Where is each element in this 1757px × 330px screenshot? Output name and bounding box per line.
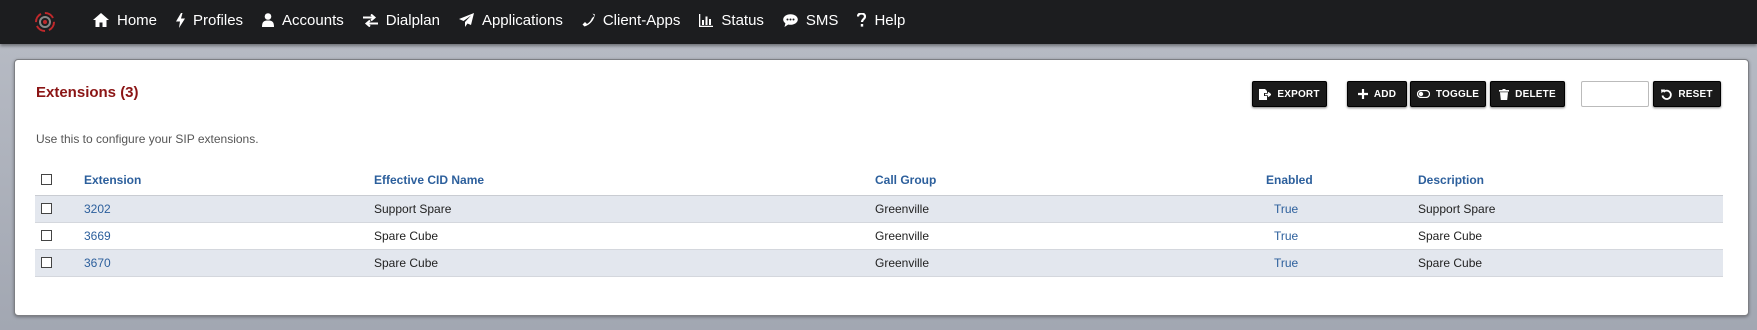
column-header-description[interactable]: Description (1418, 173, 1484, 187)
nav-dialplan-label: Dialplan (385, 11, 440, 29)
extension-link[interactable]: 3669 (84, 229, 111, 243)
cid-name-cell: Spare Cube (374, 256, 439, 270)
phone-icon (582, 13, 595, 27)
description-cell: Spare Cube (1418, 256, 1483, 270)
table-row[interactable]: 3669 Spare Cube Greenville True Spare Cu… (35, 223, 1723, 250)
question-icon (857, 13, 867, 27)
enabled-toggle-link[interactable]: True (1274, 229, 1298, 243)
user-icon (262, 13, 275, 27)
comment-icon (783, 13, 798, 27)
enabled-toggle-link[interactable]: True (1274, 256, 1298, 270)
trash-icon (1499, 88, 1510, 100)
nav-help[interactable]: Help (857, 12, 905, 29)
bolt-icon (176, 12, 186, 28)
column-header-cid-name[interactable]: Effective CID Name (374, 173, 484, 187)
toggle-label: TOGGLE (1435, 88, 1480, 100)
export-icon (1259, 88, 1272, 100)
add-label: ADD (1373, 88, 1397, 100)
nav-home[interactable]: Home (93, 12, 157, 29)
table-row[interactable]: 3202 Support Spare Greenville True Suppo… (35, 196, 1723, 223)
delete-label: DELETE (1515, 88, 1556, 100)
logo-icon[interactable] (34, 11, 56, 33)
export-label: EXPORT (1277, 88, 1320, 100)
add-button[interactable]: ADD (1347, 81, 1407, 107)
nav-accounts-label: Accounts (282, 11, 344, 29)
nav-client-apps[interactable]: Client-Apps (582, 11, 681, 29)
nav-help-label: Help (874, 11, 906, 29)
row-checkbox[interactable] (41, 257, 52, 268)
nav-sms-label: SMS (805, 11, 839, 29)
table-row[interactable]: 3670 Spare Cube Greenville True Spare Cu… (35, 250, 1723, 277)
search-input[interactable] (1581, 81, 1649, 107)
nav-profiles[interactable]: Profiles (176, 12, 243, 29)
reset-label: RESET (1678, 88, 1713, 100)
top-navbar: Home Profiles Accounts Dialplan Applicat… (0, 0, 1757, 44)
exchange-icon (362, 13, 378, 27)
home-icon (93, 13, 109, 27)
main-nav: Home Profiles Accounts Dialplan Applicat… (93, 0, 924, 40)
description-cell: Spare Cube (1418, 229, 1483, 243)
call-group-cell: Greenville (875, 229, 930, 243)
extension-link[interactable]: 3670 (84, 256, 111, 270)
nav-status-label: Status (721, 11, 764, 29)
export-button[interactable]: EXPORT (1252, 81, 1327, 107)
plus-icon (1357, 89, 1368, 99)
call-group-cell: Greenville (875, 202, 930, 216)
description-cell: Support Spare (1418, 202, 1496, 216)
page-title: Extensions (3) (36, 84, 139, 101)
extensions-table: Extension Effective CID Name Call Group … (35, 165, 1723, 277)
nav-profiles-label: Profiles (193, 11, 244, 29)
nav-sms[interactable]: SMS (783, 11, 839, 29)
table-header: Extension Effective CID Name Call Group … (35, 165, 1723, 196)
nav-dialplan[interactable]: Dialplan (362, 11, 440, 29)
page-description: Use this to configure your SIP extension… (36, 132, 259, 146)
select-all-checkbox[interactable] (41, 174, 52, 185)
delete-button[interactable]: DELETE (1490, 81, 1565, 107)
toggle-button[interactable]: TOGGLE (1410, 81, 1486, 107)
undo-icon (1661, 89, 1673, 100)
row-checkbox[interactable] (41, 230, 52, 241)
description-cell-bg (1280, 223, 1723, 249)
extensions-panel: Extensions (3) EXPORT ADD TOGGLE DELETE … (14, 59, 1749, 316)
nav-applications-label: Applications (481, 11, 563, 29)
paper-plane-icon (458, 13, 474, 27)
toggle-icon (1416, 90, 1430, 98)
nav-status[interactable]: Status (699, 12, 764, 29)
description-cell-bg (1280, 250, 1723, 276)
column-header-extension[interactable]: Extension (84, 173, 141, 187)
cid-name-cell: Spare Cube (374, 229, 439, 243)
row-checkbox[interactable] (41, 203, 52, 214)
description-cell-bg (1280, 196, 1723, 222)
column-header-enabled[interactable]: Enabled (1266, 173, 1313, 187)
enabled-toggle-link[interactable]: True (1274, 202, 1298, 216)
cid-name-cell: Support Spare (374, 202, 452, 216)
reset-button[interactable]: RESET (1653, 81, 1721, 107)
nav-applications[interactable]: Applications (458, 11, 563, 29)
nav-accounts[interactable]: Accounts (262, 12, 344, 29)
column-header-call-group[interactable]: Call Group (875, 173, 936, 187)
bar-chart-icon (699, 13, 714, 27)
extension-link[interactable]: 3202 (84, 202, 111, 216)
nav-home-label: Home (117, 11, 158, 29)
nav-client-apps-label: Client-Apps (602, 11, 681, 29)
call-group-cell: Greenville (875, 256, 930, 270)
